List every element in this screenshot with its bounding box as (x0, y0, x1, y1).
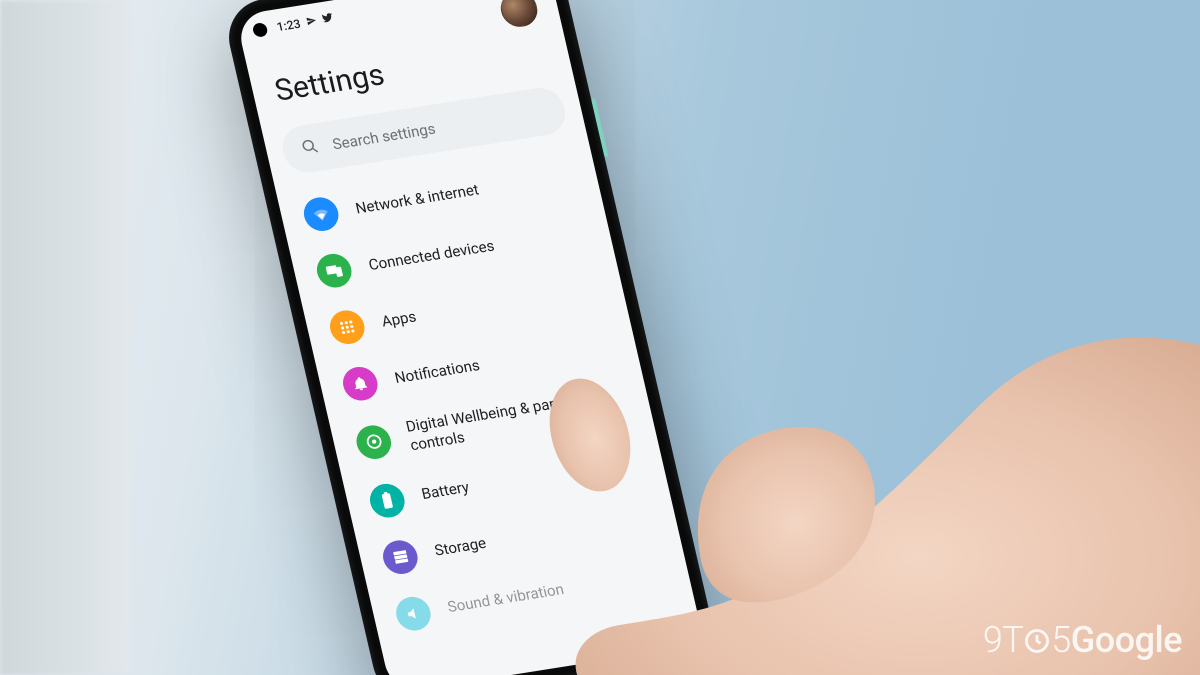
sound-icon (393, 594, 434, 632)
settings-item-label: Apps (380, 307, 418, 331)
wellbeing-icon (353, 423, 394, 461)
storage-icon (380, 537, 421, 575)
settings-item-label: Network & internet (354, 180, 481, 218)
status-time: 1:23 (275, 17, 302, 34)
bell-icon (340, 365, 381, 403)
settings-list: Network & internet Connected devices App… (275, 137, 694, 648)
devices-icon (314, 251, 355, 289)
avatar[interactable] (497, 0, 541, 29)
watermark: 9T 5Google (983, 619, 1182, 661)
settings-item-label: Connected devices (367, 236, 496, 274)
phone-screen: 1:23 (235, 0, 704, 675)
phone: 1:23 (221, 0, 720, 675)
wifi-icon (300, 195, 341, 233)
camera-punch-hole (252, 22, 269, 38)
settings-item-label: Sound & vibration (446, 580, 566, 617)
search-placeholder: Search settings (331, 120, 437, 154)
settings-item-label: Storage (433, 534, 488, 560)
apps-icon (327, 308, 368, 346)
photo-scene: 1:23 (0, 0, 1200, 675)
send-icon (305, 15, 318, 29)
settings-item-label: Notifications (393, 356, 482, 388)
bird-icon (321, 12, 335, 27)
background-frame (0, 0, 130, 675)
search-icon (299, 136, 322, 160)
settings-item-label: Battery (420, 478, 471, 504)
page-title: Settings (271, 57, 387, 108)
battery-icon (367, 481, 408, 519)
